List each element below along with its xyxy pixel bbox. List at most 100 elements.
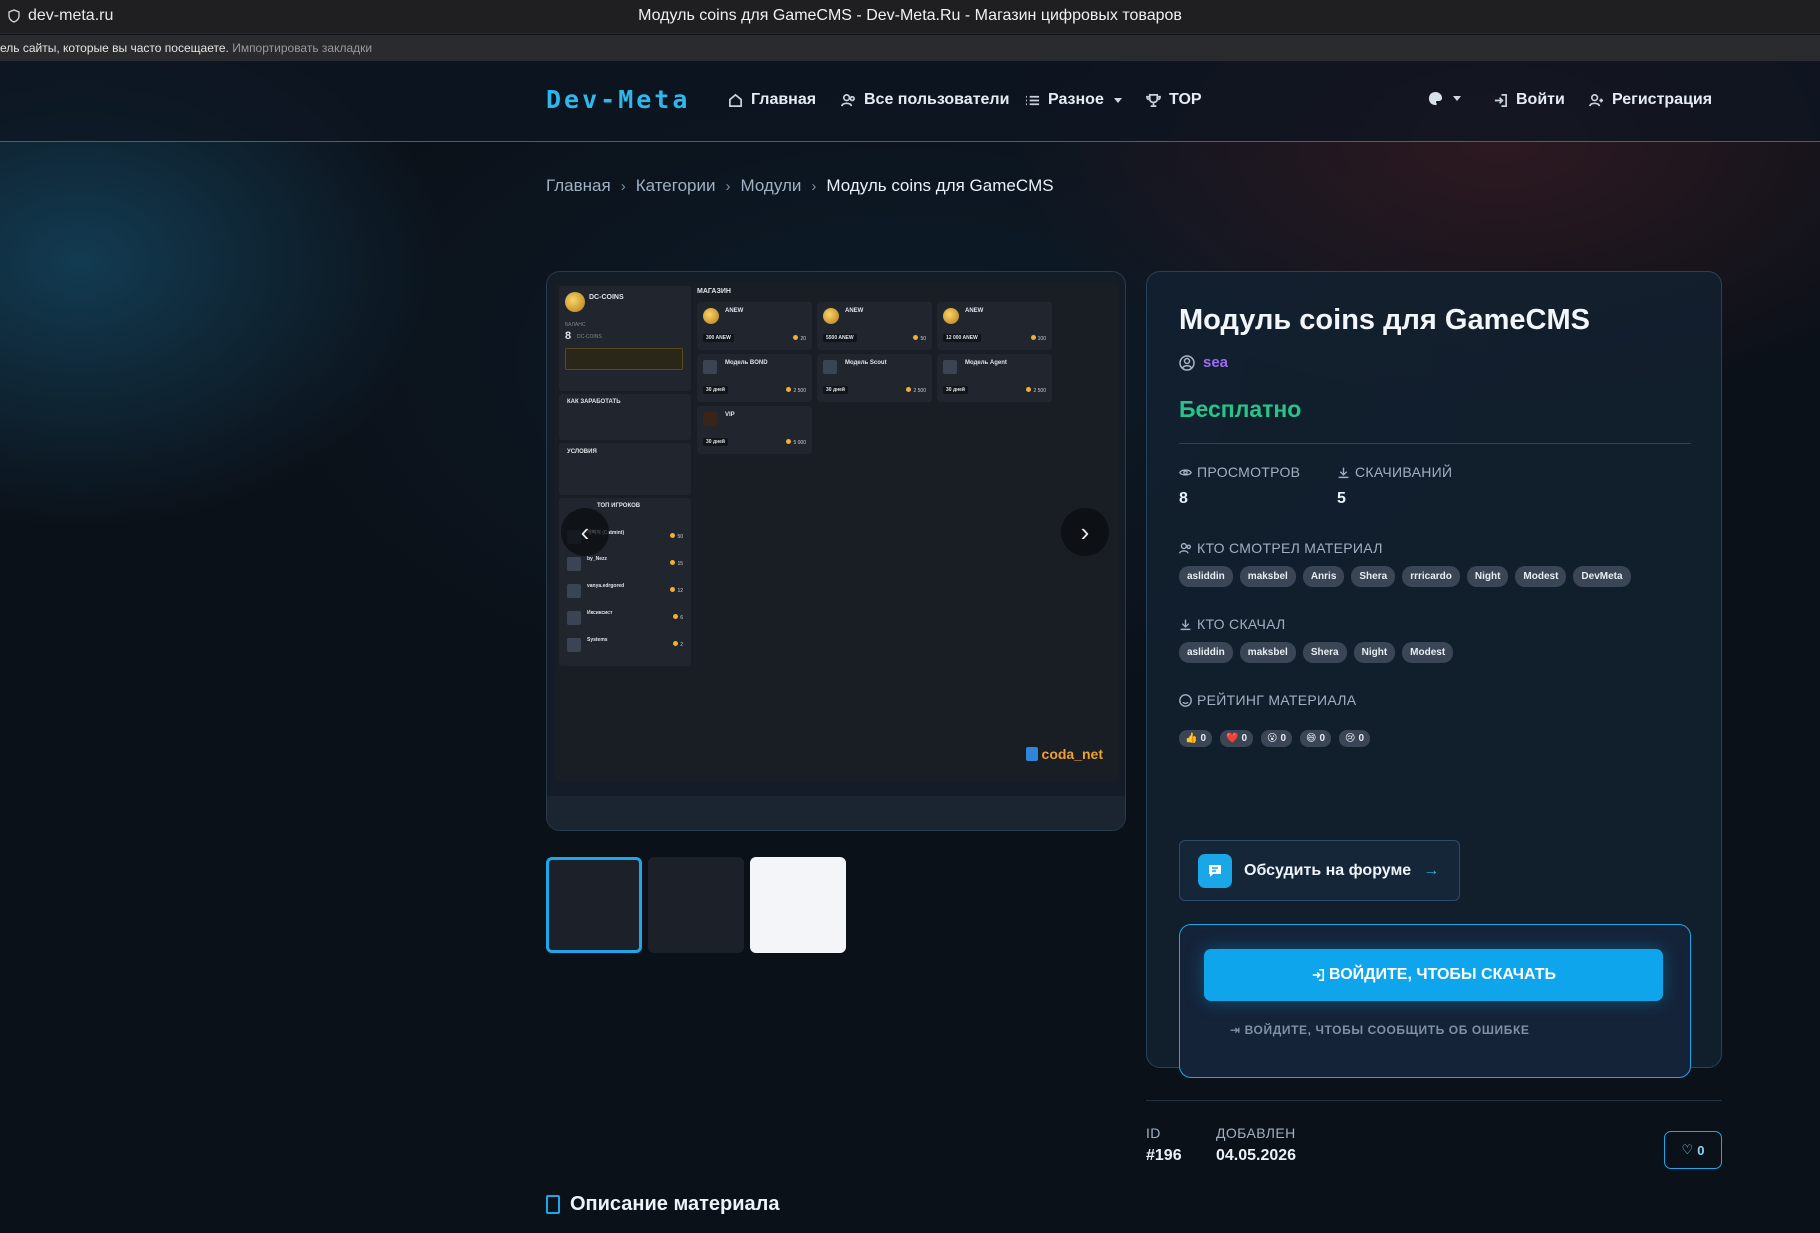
terms-title: УСЛОВИЯ: [567, 449, 597, 455]
gallery-main-image[interactable]: DC-COINS БАЛАНС 8 DC-COINS КАК ЗАРАБОТАТ…: [555, 282, 1119, 782]
gallery-next-button[interactable]: ›: [1061, 508, 1109, 556]
shop-item-tag: 30 дней: [703, 438, 728, 446]
downloaders-list: asliddin maksbel Shera Night Modest: [1179, 642, 1454, 663]
reaction-button[interactable]: 😮 0: [1261, 730, 1293, 747]
shop-item-tag: 30 дней: [943, 386, 968, 394]
user-chip[interactable]: Shera: [1351, 566, 1396, 587]
breadcrumb-modules[interactable]: Модули: [740, 176, 801, 196]
reaction-button[interactable]: 😄 0: [1300, 730, 1332, 747]
eye-icon: [1179, 468, 1192, 476]
reaction-button[interactable]: 👍 0: [1179, 730, 1213, 747]
nav-top[interactable]: TOP: [1146, 91, 1202, 109]
shop-item-card: VIP 30 дней 5 000: [697, 406, 812, 454]
thumbnail-2[interactable]: [648, 857, 744, 953]
download-icon: [1180, 619, 1191, 630]
login-icon: [1312, 968, 1325, 982]
chat-icon: [1198, 853, 1232, 888]
user-chip[interactable]: rrricardo: [1402, 566, 1460, 587]
user-chip[interactable]: Night: [1466, 566, 1509, 587]
shop-item-price: 2 500: [906, 387, 926, 394]
user-circle-icon: [1179, 354, 1195, 371]
thumbnail-1[interactable]: [546, 857, 642, 953]
player-name: vanya.edrgored: [587, 583, 625, 589]
author-link[interactable]: sea: [1179, 354, 1228, 371]
user-chip[interactable]: Shera: [1302, 642, 1347, 663]
login-label: Войти: [1516, 91, 1565, 108]
import-bookmarks-link[interactable]: Импортировать закладки: [232, 41, 372, 55]
bookmarks-hint: ель сайты, которые вы часто посещаете.: [0, 41, 229, 55]
nav-users[interactable]: Все пользователи: [841, 91, 1009, 109]
theme-switcher[interactable]: [1428, 91, 1461, 106]
reaction-count: 0: [1358, 733, 1365, 744]
avatar: [567, 638, 581, 652]
user-chip[interactable]: asliddin: [1179, 642, 1233, 663]
downloaders-label: КТО СКАЧАЛ: [1179, 616, 1286, 632]
chevron-right-icon: ›: [620, 177, 626, 195]
shop-item-price: 100: [1031, 335, 1046, 342]
user-chip[interactable]: asliddin: [1179, 566, 1233, 587]
smile-icon: [1179, 693, 1192, 707]
user-chip[interactable]: Night: [1353, 642, 1396, 663]
player-row: Systems 2: [563, 634, 687, 656]
forum-discuss-button[interactable]: Обсудить на форуме →: [1179, 840, 1460, 901]
report-error-link[interactable]: ⇥ ВОЙДИТЕ, ЧТОБЫ СООБЩИТЬ ОБ ОШИБКЕ: [1230, 1023, 1529, 1037]
views-label-text: ПРОСМОТРОВ: [1197, 464, 1301, 480]
nav-home[interactable]: Главная: [728, 91, 816, 109]
download-box: ВОЙДИТЕ, ЧТОБЫ СКАЧАТЬ ⇥ ВОЙДИТЕ, ЧТОБЫ …: [1179, 924, 1691, 1078]
heart-icon: ♡: [1681, 1142, 1694, 1157]
register-link[interactable]: Регистрация: [1589, 91, 1712, 109]
user-chip[interactable]: maksbel: [1239, 642, 1296, 663]
player-row: Иксиксист 6: [563, 607, 687, 629]
avatar: [567, 557, 581, 571]
user-chip[interactable]: Modest: [1515, 566, 1567, 587]
top-title: ТОП ИГРОКОВ: [597, 503, 641, 509]
chevron-down-icon: [1113, 97, 1122, 103]
shop-item-card: ANEW 12 000 ANEW 100: [937, 302, 1052, 350]
player-row: by_Nezz 15: [563, 553, 687, 575]
shop-item-name: ANEW: [725, 308, 744, 314]
breadcrumb-current: Модуль coins для GameCMS: [826, 176, 1054, 195]
rating-label: РЕЙТИНГ МАТЕРИАЛА: [1179, 692, 1356, 708]
id-value: #196: [1146, 1147, 1182, 1164]
user-chip[interactable]: DevMeta: [1573, 566, 1631, 587]
gallery-prev-button[interactable]: ‹: [561, 508, 609, 556]
login-icon: [1494, 93, 1507, 107]
rating-label-text: РЕЙТИНГ МАТЕРИАЛА: [1197, 692, 1357, 708]
shield-icon: [1025, 747, 1038, 761]
nav-misc-label: Разное: [1048, 91, 1104, 108]
report-link-label: ВОЙДИТЕ, ЧТОБЫ СООБЩИТЬ ОБ ОШИБКЕ: [1244, 1023, 1530, 1037]
site-logo[interactable]: Dev-Meta: [546, 85, 690, 114]
author-name: sea: [1203, 354, 1229, 371]
divider: [1179, 443, 1691, 444]
breadcrumb-categories[interactable]: Категории: [636, 176, 716, 196]
thumbnail-3[interactable]: [750, 857, 846, 953]
like-button[interactable]: ♡ 0: [1664, 1131, 1722, 1169]
shop-item-card: Модель BOND 30 дней 2 500: [697, 354, 812, 402]
item-image-icon: [943, 360, 957, 374]
user-chip[interactable]: Anris: [1302, 566, 1345, 587]
added-label: ДОБАВЛЕН: [1216, 1125, 1296, 1141]
login-link[interactable]: Войти: [1493, 91, 1565, 109]
coin-icon: [823, 308, 839, 324]
user-plus-icon: [1589, 93, 1604, 106]
player-name: by_Nezz: [587, 556, 608, 562]
shop-item-price: 50: [913, 335, 926, 342]
views-label: ПРОСМОТРОВ: [1179, 464, 1300, 480]
earn-panel: КАК ЗАРАБОТАТЬ: [559, 394, 691, 440]
reaction-count: 0: [1200, 733, 1207, 744]
avatar: [567, 584, 581, 598]
reaction-button[interactable]: 😢 0: [1339, 730, 1371, 747]
chevron-right-icon: ›: [725, 177, 731, 195]
login-to-download-button[interactable]: ВОЙДИТЕ, ЧТОБЫ СКАЧАТЬ: [1204, 949, 1663, 1001]
player-score: 50: [670, 533, 683, 540]
nav-misc[interactable]: Разное: [1025, 91, 1122, 109]
shop-item-tag: 300 ANEW: [703, 334, 734, 342]
breadcrumb-home[interactable]: Главная: [546, 176, 611, 196]
coins-title: DC-COINS: [589, 294, 624, 301]
user-chip[interactable]: Modest: [1402, 642, 1454, 663]
reaction-button[interactable]: ❤️ 0: [1220, 730, 1254, 747]
window-title: Модуль coins для GameCMS - Dev-Meta.Ru -…: [638, 7, 1182, 24]
balance-unit: DC-COINS: [577, 334, 602, 340]
shop-item-card: ANEW 5500 ANEW 50: [817, 302, 932, 350]
user-chip[interactable]: maksbel: [1239, 566, 1296, 587]
